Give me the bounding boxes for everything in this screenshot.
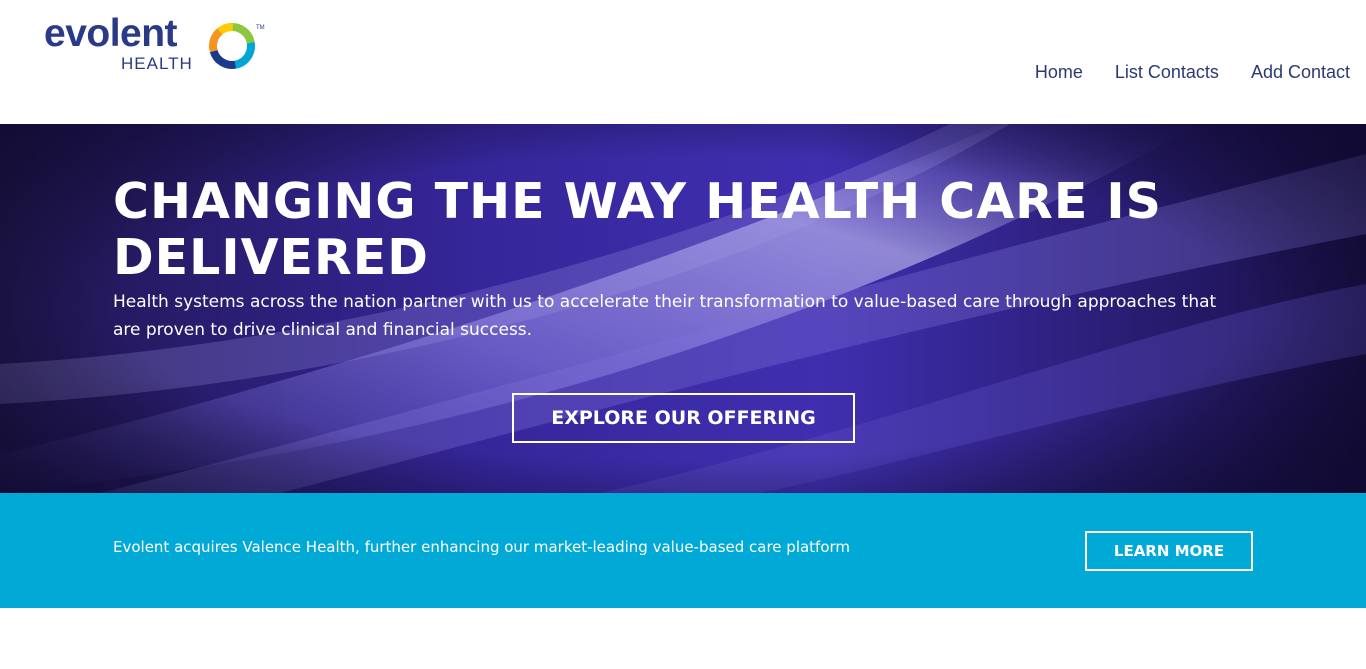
evolent-health-logo[interactable]: evolent TM HEALTH (44, 14, 266, 76)
hero-banner: CHANGING THE WAY HEALTH CARE IS DELIVERE… (0, 124, 1366, 493)
site-header: evolent TM HEALTH Home List Contacts Add… (0, 0, 1366, 124)
hero-description: Health systems across the nation partner… (113, 292, 1217, 340)
main-nav: Home List Contacts Add Contact (1035, 62, 1350, 83)
logo-trademark: TM (256, 25, 265, 31)
learn-more-button[interactable]: LEARN MORE (1085, 531, 1253, 571)
hero-title: CHANGING THE WAY HEALTH CARE IS DELIVERE… (113, 173, 1162, 286)
logo-subtitle: HEALTH (121, 54, 193, 73)
explore-offering-button[interactable]: EXPLORE OUR OFFERING (512, 393, 855, 443)
nav-add-contact-link[interactable]: Add Contact (1251, 62, 1350, 83)
nav-list-contacts-link[interactable]: List Contacts (1115, 62, 1219, 83)
logo-ring-icon (209, 23, 256, 69)
logo-wordmark: evolent (44, 12, 178, 55)
announcement-text: Evolent acquires Valence Health, further… (113, 538, 851, 556)
nav-home-link[interactable]: Home (1035, 62, 1083, 83)
announcement-band: Evolent acquires Valence Health, further… (0, 493, 1366, 608)
